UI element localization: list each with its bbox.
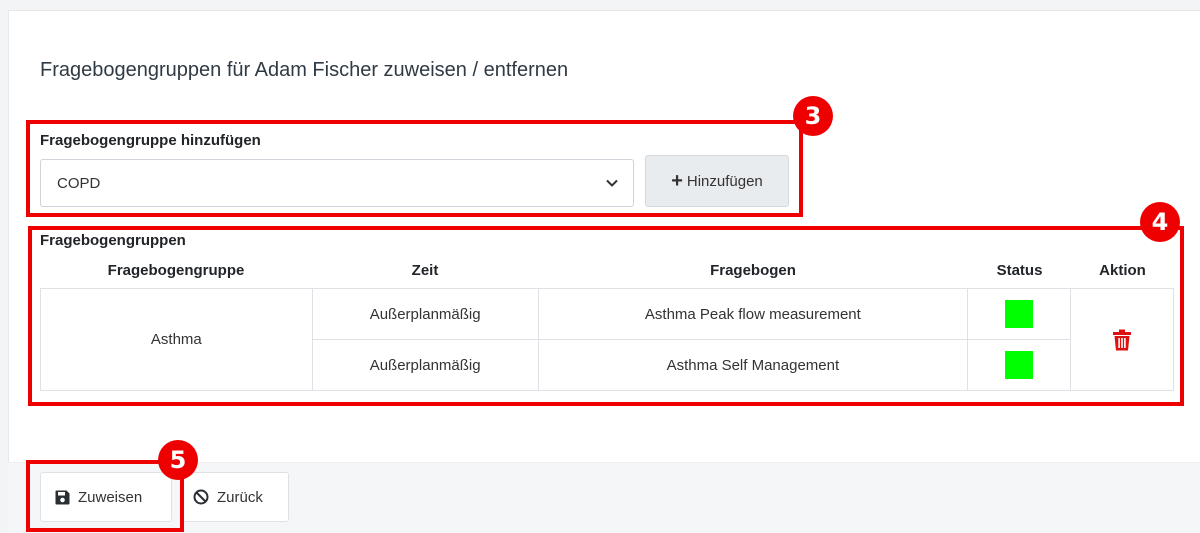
annotation-box-3 (26, 120, 803, 217)
annotation-badge-4: 4 (1140, 202, 1180, 242)
annotation-badge-3: 3 (793, 96, 833, 136)
annotation-badge-5: 5 (158, 440, 198, 480)
annotation-box-4 (28, 226, 1184, 406)
back-button[interactable]: Zurück (180, 472, 289, 522)
back-button-label: Zurück (217, 488, 263, 506)
page-title: Fragebogengruppen für Adam Fischer zuwei… (40, 59, 569, 81)
cancel-icon (193, 489, 209, 505)
